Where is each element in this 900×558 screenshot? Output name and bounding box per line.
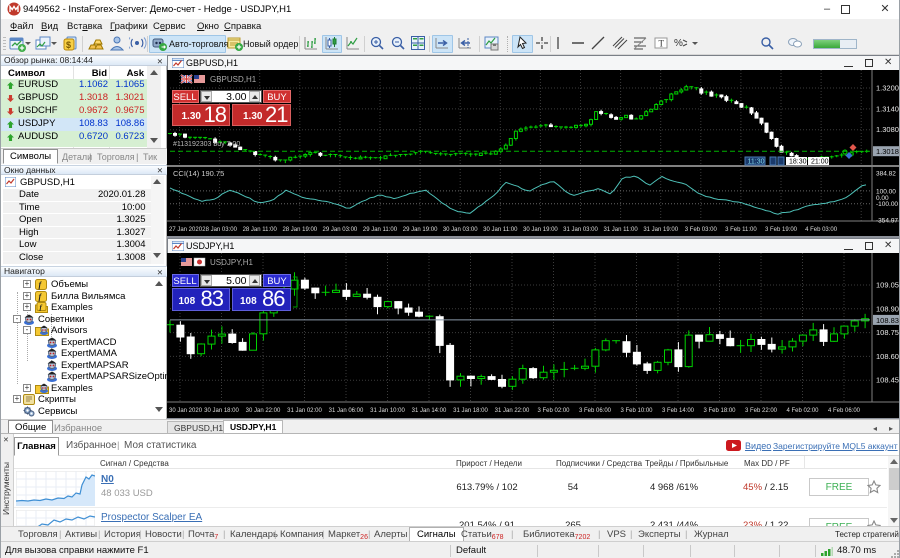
svg-text:1.3200: 1.3200: [876, 84, 899, 93]
svg-text:3 Feb 14:00: 3 Feb 14:00: [662, 408, 695, 414]
svg-text:21:00: 21:00: [811, 159, 829, 166]
svg-text:109.05: 109.05: [876, 281, 899, 290]
svg-text:108.60: 108.60: [876, 352, 899, 361]
svg-text:31 Jan 02:00: 31 Jan 02:00: [287, 408, 322, 414]
svg-text:30 Jan 11:00: 30 Jan 11:00: [483, 227, 518, 233]
svg-text:3 Feb 11:00: 3 Feb 11:00: [725, 227, 757, 233]
svg-text:28 Jan 11:00: 28 Jan 11:00: [243, 227, 278, 233]
svg-text:-354.97: -354.97: [876, 217, 898, 224]
svg-text:31 Jan 22:00: 31 Jan 22:00: [495, 408, 530, 414]
svg-text:31 Jan 06:00: 31 Jan 06:00: [329, 408, 364, 414]
svg-text:31 Jan 11:00: 31 Jan 11:00: [603, 227, 638, 233]
svg-text:3 Feb 22:00: 3 Feb 22:00: [745, 408, 778, 414]
svg-text:4 Feb 02:00: 4 Feb 02:00: [786, 408, 819, 414]
svg-text:3 Feb 06:00: 3 Feb 06:00: [579, 408, 612, 414]
svg-text:108.75: 108.75: [876, 328, 899, 337]
svg-text:18:30: 18:30: [789, 159, 807, 166]
svg-text:30 Jan 2020: 30 Jan 2020: [169, 408, 203, 414]
svg-text:3 Feb 18:00: 3 Feb 18:00: [703, 408, 736, 414]
svg-text:29 Jan 19:00: 29 Jan 19:00: [403, 227, 438, 233]
svg-text:30 Jan 18:00: 30 Jan 18:00: [204, 408, 239, 414]
svg-text:31 Jan 18:00: 31 Jan 18:00: [453, 408, 488, 414]
svg-text:31 Jan 19:00: 31 Jan 19:00: [643, 227, 678, 233]
svg-text:-100.00: -100.00: [876, 201, 898, 208]
svg-text:108.90: 108.90: [876, 304, 899, 313]
svg-text:108.45: 108.45: [876, 376, 899, 385]
svg-text:USDJPY,H1: USDJPY,H1: [210, 258, 254, 267]
svg-text:GBPUSD,H1: GBPUSD,H1: [210, 75, 257, 84]
svg-text:29 Jan 11:00: 29 Jan 11:00: [363, 227, 398, 233]
svg-text:27 Jan 2020: 27 Jan 2020: [169, 227, 203, 233]
svg-text:3 Feb 10:00: 3 Feb 10:00: [620, 408, 653, 414]
svg-text:31 Jan 14:00: 31 Jan 14:00: [412, 408, 447, 414]
svg-text:T: T: [659, 39, 665, 49]
svg-text:108.83: 108.83: [876, 316, 899, 325]
svg-text:31 Jan 10:00: 31 Jan 10:00: [370, 408, 405, 414]
svg-text:3 Feb 19:00: 3 Feb 19:00: [765, 227, 798, 233]
svg-text:28 Jan 03:00: 28 Jan 03:00: [202, 227, 237, 233]
svg-text:3 Feb 02:00: 3 Feb 02:00: [537, 408, 570, 414]
svg-text:4 Feb 06:00: 4 Feb 06:00: [828, 408, 861, 414]
svg-text:1.3080: 1.3080: [876, 125, 899, 134]
svg-text:3 Feb 03:00: 3 Feb 03:00: [685, 227, 718, 233]
svg-text:$: $: [66, 40, 71, 50]
svg-text:31 Jan 03:00: 31 Jan 03:00: [563, 227, 598, 233]
svg-text:1.3140: 1.3140: [876, 104, 899, 113]
svg-text:1.3018: 1.3018: [876, 147, 899, 156]
svg-text:CCI(14) 190.75: CCI(14) 190.75: [173, 169, 224, 178]
svg-text:11:30: 11:30: [748, 159, 765, 166]
svg-text:%: %: [674, 38, 683, 49]
svg-text:30 Jan 03:00: 30 Jan 03:00: [443, 227, 478, 233]
svg-text:29 Jan 03:00: 29 Jan 03:00: [323, 227, 358, 233]
svg-text:#113192303 buy 3.00: #113192303 buy 3.00: [173, 141, 240, 148]
svg-text:30 Jan 22:00: 30 Jan 22:00: [246, 408, 281, 414]
svg-text:384.82: 384.82: [876, 170, 896, 177]
svg-text:28 Jan 19:00: 28 Jan 19:00: [282, 227, 317, 233]
svg-text:30 Jan 19:00: 30 Jan 19:00: [523, 227, 558, 233]
svg-text:4 Feb 03:00: 4 Feb 03:00: [805, 227, 838, 233]
